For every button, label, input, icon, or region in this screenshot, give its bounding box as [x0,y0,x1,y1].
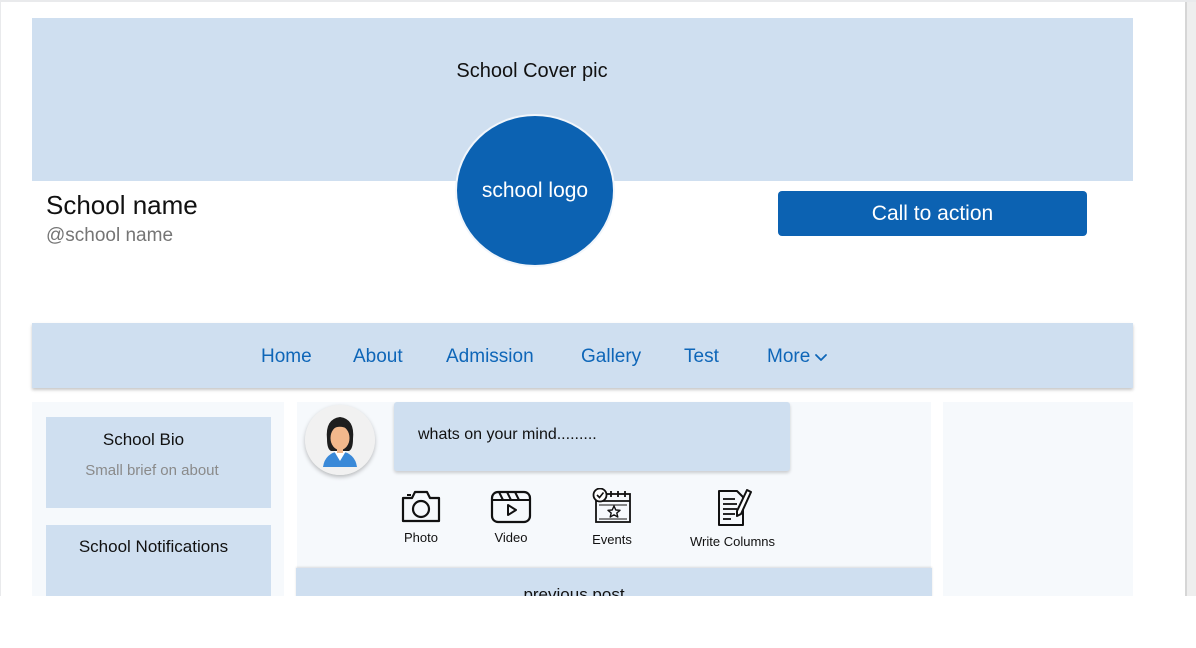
previous-post-card[interactable]: previous post [296,568,932,596]
video-label: Video [494,530,528,545]
user-avatar-icon [305,405,375,475]
post-composer-input[interactable]: whats on your mind......... [394,402,790,471]
nav-item-gallery[interactable]: Gallery [581,346,641,368]
nav-item-about[interactable]: About [353,346,403,368]
call-to-action-button[interactable]: Call to action [778,191,1087,236]
photo-button[interactable]: Photo [399,488,443,545]
school-notifications-title: School Notifications [78,537,229,556]
school-logo-label: school logo [481,178,589,202]
page-frame: School Cover pic school logo School name… [0,0,1196,596]
cover-label: School Cover pic [456,60,608,82]
previous-post-label: previous post [523,585,625,596]
video-icon [490,490,532,524]
write-document-icon [717,489,752,526]
camera-icon [401,490,441,523]
video-button[interactable]: Video [490,488,532,545]
chevron-down-icon [815,354,828,361]
school-notifications-card[interactable]: School Notifications [46,525,271,596]
nav-item-test[interactable]: Test [684,346,719,368]
school-name: School name [46,190,198,220]
right-sidebar [943,402,1133,596]
write-columns-button[interactable]: Write Columns [690,488,775,549]
photo-label: Photo [404,530,438,545]
nav-item-more-label: More [767,346,811,367]
scrollbar[interactable] [1187,2,1196,596]
call-to-action-label: Call to action [871,201,994,225]
school-bio-title: School Bio [102,430,185,449]
calendar-event-icon [592,488,631,523]
main-nav: Home About Admission Gallery Test More [32,323,1133,388]
school-handle: @school name [46,225,174,246]
nav-item-more[interactable]: More [767,346,828,368]
school-logo[interactable]: school logo [455,114,615,267]
events-button[interactable]: Events [591,488,633,547]
school-bio-subtitle: Small brief on about [85,462,219,479]
nav-item-home[interactable]: Home [261,346,312,368]
events-label: Events [592,532,632,547]
avatar[interactable] [305,405,375,475]
nav-item-admission[interactable]: Admission [446,346,534,368]
post-composer-placeholder: whats on your mind......... [418,426,597,443]
write-columns-label: Write Columns [690,534,776,549]
school-bio-card[interactable]: School Bio Small brief on about [46,417,271,508]
